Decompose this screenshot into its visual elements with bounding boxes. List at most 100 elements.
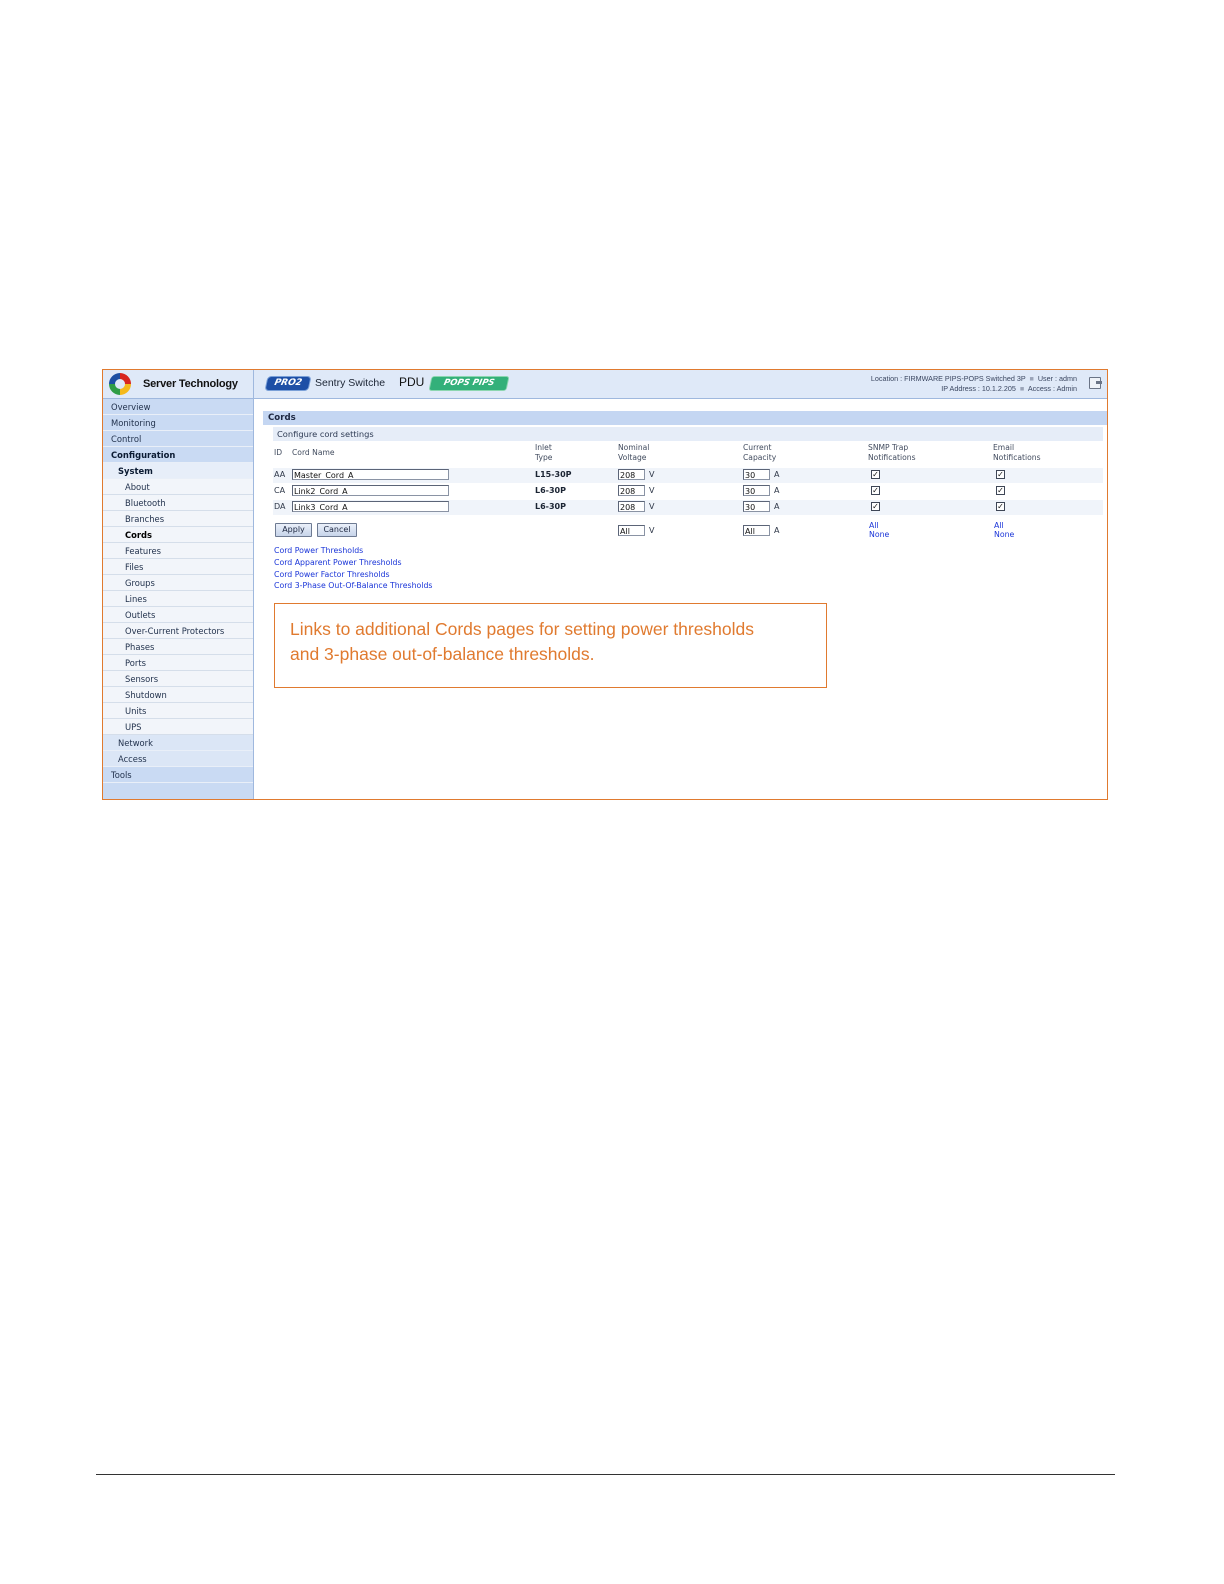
capacity-input[interactable]: 30 xyxy=(743,485,770,496)
access-value: Admin xyxy=(1056,383,1077,393)
sidebar-item-configuration[interactable]: Configuration xyxy=(103,447,253,463)
sidebar: Server Technology Overview Monitoring Co… xyxy=(103,370,254,799)
col-header-current-capacity: Current Capacity xyxy=(743,443,776,462)
row-id: DA xyxy=(274,502,286,511)
col-header-inlet-line2: Type xyxy=(535,452,553,462)
snmp-checkbox[interactable]: ✓ xyxy=(871,502,880,511)
cord-apparent-power-thresholds-link[interactable]: Cord Apparent Power Thresholds xyxy=(274,558,402,567)
sidebar-item-phases[interactable]: Phases xyxy=(103,639,253,655)
col-header-nominal-voltage: Nominal Voltage xyxy=(618,443,649,462)
sidebar-item-about[interactable]: About xyxy=(103,479,253,495)
cord-out-of-balance-thresholds-link[interactable]: Cord 3-Phase Out-Of-Balance Thresholds xyxy=(274,581,432,590)
location-label: Location : xyxy=(870,374,903,383)
row-id: CA xyxy=(274,486,286,495)
sidebar-item-access[interactable]: Access xyxy=(103,751,253,767)
sidebar-item-sensors[interactable]: Sensors xyxy=(103,671,253,687)
col-header-voltage-line1: Nominal xyxy=(618,443,650,452)
callout-line1: Links to additional Cords pages for sett… xyxy=(290,619,755,639)
col-header-inlet-line1: Inlet xyxy=(535,443,552,452)
sidebar-item-cords[interactable]: Cords xyxy=(103,527,253,543)
capacity-input[interactable]: 30 xyxy=(743,469,770,480)
sidebar-item-system[interactable]: System xyxy=(103,463,253,479)
sidebar-item-tools[interactable]: Tools xyxy=(103,767,253,783)
capacity-unit: A xyxy=(774,502,780,511)
email-select-none-link[interactable]: None xyxy=(994,530,1014,539)
sidebar-item-ups[interactable]: UPS xyxy=(103,719,253,735)
col-header-capacity-line2: Capacity xyxy=(743,452,777,462)
all-voltage-input[interactable]: All xyxy=(618,525,645,536)
user-label: User : xyxy=(1037,374,1058,383)
sidebar-item-groups[interactable]: Groups xyxy=(103,575,253,591)
voltage-unit: V xyxy=(649,470,655,479)
voltage-input[interactable]: 208 xyxy=(618,501,645,512)
server-technology-logo-icon xyxy=(109,373,131,395)
ip-label: IP Address : xyxy=(941,383,980,393)
email-checkbox[interactable]: ✓ xyxy=(996,486,1005,495)
inlet-type: L15-30P xyxy=(535,470,572,479)
sidebar-item-network[interactable]: Network xyxy=(103,735,253,751)
col-header-snmp-line2: Notifications xyxy=(868,452,916,462)
cord-name-input[interactable]: Master_Cord_A xyxy=(292,469,449,480)
all-capacity-input[interactable]: All xyxy=(743,525,770,536)
capacity-unit: A xyxy=(774,470,780,479)
sidebar-nav: Overview Monitoring Control Configuratio… xyxy=(103,399,253,783)
cord-power-factor-thresholds-link[interactable]: Cord Power Factor Thresholds xyxy=(274,570,390,579)
sidebar-item-shutdown[interactable]: Shutdown xyxy=(103,687,253,703)
voltage-unit: V xyxy=(649,486,655,495)
sidebar-item-units[interactable]: Units xyxy=(103,703,253,719)
row-id: AA xyxy=(274,470,286,479)
voltage-input[interactable]: 208 xyxy=(618,485,645,496)
cord-power-thresholds-link[interactable]: Cord Power Thresholds xyxy=(274,546,363,555)
col-header-inlet-type: Inlet Type xyxy=(535,443,552,462)
cord-name-input[interactable]: Link2_Cord_A xyxy=(292,485,449,496)
col-header-snmp: SNMP Trap Notifications xyxy=(868,443,916,462)
pro2-badge: PRO2 xyxy=(264,376,312,391)
sidebar-item-features[interactable]: Features xyxy=(103,543,253,559)
all-voltage-unit: V xyxy=(649,526,655,535)
sidebar-item-branches[interactable]: Branches xyxy=(103,511,253,527)
col-header-email-line1: Email xyxy=(993,443,1015,452)
snmp-checkbox[interactable]: ✓ xyxy=(871,470,880,479)
cord-name-input[interactable]: Link3_Cord_A xyxy=(292,501,449,512)
snmp-checkbox[interactable]: ✓ xyxy=(871,486,880,495)
section-title: Cords xyxy=(263,411,1107,425)
sidebar-item-bluetooth[interactable]: Bluetooth xyxy=(103,495,253,511)
sidebar-item-lines[interactable]: Lines xyxy=(103,591,253,607)
inlet-type: L6-30P xyxy=(535,486,566,495)
capacity-unit: A xyxy=(774,486,780,495)
sidebar-item-control[interactable]: Control xyxy=(103,431,253,447)
sidebar-item-outlets[interactable]: Outlets xyxy=(103,607,253,623)
col-header-email-line2: Notifications xyxy=(993,452,1041,462)
logout-icon[interactable] xyxy=(1089,377,1102,389)
sidebar-item-ports[interactable]: Ports xyxy=(103,655,253,671)
email-select-all-link[interactable]: All xyxy=(994,521,1004,530)
voltage-input[interactable]: 208 xyxy=(618,469,645,480)
ip-value: 10.1.2.205 xyxy=(981,383,1016,393)
email-checkbox[interactable]: ✓ xyxy=(996,470,1005,479)
capacity-input[interactable]: 30 xyxy=(743,501,770,512)
inlet-type: L6-30P xyxy=(535,502,566,511)
header-info: Location : FIRMWARE PIPS-POPS Switched 3… xyxy=(870,374,1077,393)
col-header-snmp-line1: SNMP Trap xyxy=(868,443,909,452)
main-content: Cords Configure cord settings ID Cord Na… xyxy=(254,398,1107,799)
cancel-button[interactable]: Cancel xyxy=(317,523,357,537)
email-checkbox[interactable]: ✓ xyxy=(996,502,1005,511)
sidebar-item-monitoring[interactable]: Monitoring xyxy=(103,415,253,431)
header-bar: PRO2 Sentry Switche PDU POPS PIPS Locati… xyxy=(254,370,1107,399)
location-value: FIRMWARE PIPS-POPS Switched 3P xyxy=(904,374,1026,383)
access-label: Access : xyxy=(1027,383,1056,393)
col-header-id: ID xyxy=(274,448,283,457)
sidebar-item-overview[interactable]: Overview xyxy=(103,399,253,415)
pops-pips-badge: POPS PIPS xyxy=(428,376,510,391)
col-header-cord-name: Cord Name xyxy=(292,448,335,457)
screenshot-frame: Server Technology Overview Monitoring Co… xyxy=(102,369,1108,800)
col-header-voltage-line2: Voltage xyxy=(618,452,647,462)
product-name: Sentry Switche xyxy=(315,377,386,389)
sidebar-item-files[interactable]: Files xyxy=(103,559,253,575)
col-header-email: Email Notifications xyxy=(993,443,1041,462)
sidebar-item-over-current-protectors[interactable]: Over-Current Protectors xyxy=(103,623,253,639)
snmp-select-all-link[interactable]: All xyxy=(869,521,879,530)
all-capacity-unit: A xyxy=(774,526,780,535)
apply-button[interactable]: Apply xyxy=(275,523,312,537)
snmp-select-none-link[interactable]: None xyxy=(869,530,889,539)
